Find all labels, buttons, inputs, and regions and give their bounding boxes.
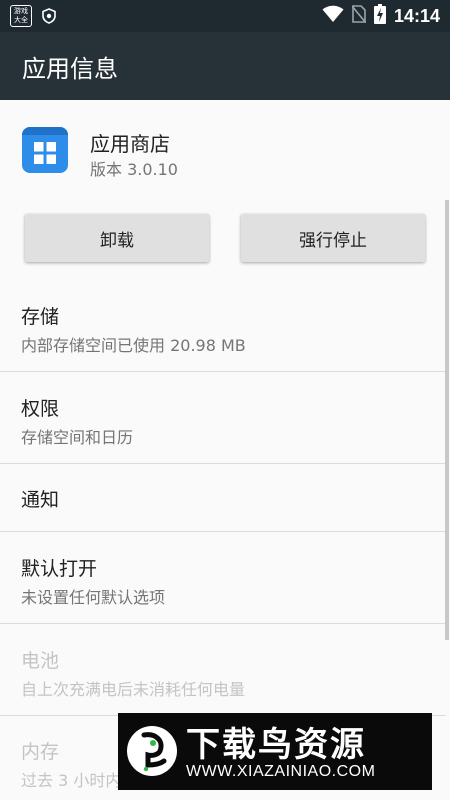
setting-title: 默认打开 xyxy=(21,558,98,580)
divider xyxy=(0,371,446,372)
battery-charging-icon xyxy=(373,4,386,28)
setting-title: 权限 xyxy=(21,398,60,420)
app-header: 应用商店 版本 3.0.10 xyxy=(0,100,450,200)
setting-permissions[interactable]: 权限 存储空间和日历 xyxy=(0,394,446,448)
game-center-icon: 游戏大全 xyxy=(10,5,32,27)
app-info-content: 应用商店 版本 3.0.10 卸载 强行停止 存储 内部存储空间已使用 20.9… xyxy=(0,100,450,800)
setting-subtitle: 存储空间和日历 xyxy=(21,428,134,447)
setting-title: 电池 xyxy=(21,650,60,672)
setting-subtitle: 内部存储空间已使用 20.98 MB xyxy=(21,336,246,355)
setting-battery: 电池 自上次充满电后未消耗任何电量 xyxy=(0,646,446,700)
divider xyxy=(0,463,446,464)
divider xyxy=(0,531,446,532)
app-version: 版本 3.0.10 xyxy=(90,160,178,179)
setting-subtitle: 自上次充满电后未消耗任何电量 xyxy=(21,680,246,699)
scrollbar[interactable] xyxy=(445,200,449,640)
watermark-url: WWW.XIAZAINIAO.COM xyxy=(186,763,376,780)
divider xyxy=(0,623,446,624)
setting-notifications[interactable]: 通知 xyxy=(0,485,446,512)
force-stop-button[interactable]: 强行停止 xyxy=(241,214,425,262)
shield-icon xyxy=(42,8,56,24)
app-bar: 应用信息 xyxy=(0,32,450,100)
watermark-banner: 下载鸟资源 WWW.XIAZAINIAO.COM xyxy=(118,713,432,790)
setting-open-by-default[interactable]: 默认打开 未设置任何默认选项 xyxy=(0,554,446,608)
setting-storage[interactable]: 存储 内部存储空间已使用 20.98 MB xyxy=(0,302,446,356)
status-bar: 游戏大全 14:14 xyxy=(0,0,450,32)
uninstall-button[interactable]: 卸载 xyxy=(25,214,209,262)
page-title: 应用信息 xyxy=(22,54,118,83)
watermark-title: 下载鸟资源 xyxy=(186,725,366,765)
wifi-icon xyxy=(322,5,344,27)
setting-title: 通知 xyxy=(21,489,60,511)
no-sim-icon xyxy=(351,5,367,27)
setting-subtitle: 未设置任何默认选项 xyxy=(21,588,166,607)
app-store-icon xyxy=(22,127,68,173)
status-clock: 14:14 xyxy=(393,5,440,26)
app-name: 应用商店 xyxy=(90,132,170,156)
setting-title: 存储 xyxy=(21,306,60,328)
bird-logo-icon xyxy=(126,725,178,777)
